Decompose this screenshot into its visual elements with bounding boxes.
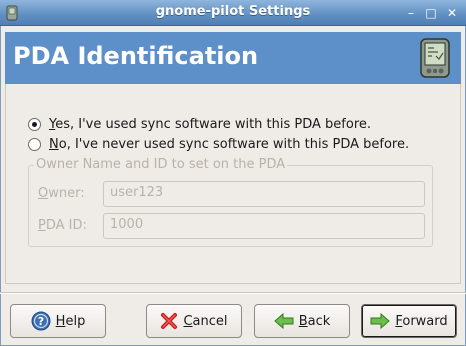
button-separator — [0, 292, 466, 294]
option-used-before-label[interactable]: Yes, I've used sync software with this P… — [49, 117, 371, 132]
owner-group-legend: Owner Name and ID to set on the PDA — [34, 157, 288, 172]
owner-input[interactable]: user123 — [103, 181, 425, 207]
close-icon[interactable]: ✕ — [445, 6, 459, 20]
pda-id-input[interactable]: 1000 — [103, 213, 425, 239]
help-label: Help — [55, 313, 86, 329]
forward-arrow-icon — [370, 312, 391, 330]
page-header: PDA Identification — [5, 32, 461, 84]
window-title: gnome-pilot Settings — [155, 4, 311, 19]
forward-button[interactable]: Forward — [361, 304, 457, 338]
page-title: PDA Identification — [13, 42, 259, 70]
cancel-button[interactable]: Cancel — [146, 304, 242, 338]
help-button[interactable]: ? Help — [10, 304, 106, 338]
option-never-used[interactable]: No, I've never used sync software with t… — [28, 135, 409, 153]
radio-never-used[interactable] — [28, 137, 41, 151]
pda-device-icon — [420, 38, 450, 78]
back-arrow-icon — [273, 312, 294, 330]
back-button[interactable]: Back — [254, 304, 350, 338]
option-used-before[interactable]: Yes, I've used sync software with this P… — [28, 115, 371, 133]
owner-label: Owner: — [38, 186, 85, 201]
minimize-icon[interactable]: – — [404, 6, 418, 20]
help-icon: ? — [31, 311, 51, 331]
pda-id-label: PDA ID: — [38, 218, 87, 233]
cancel-icon — [161, 313, 178, 329]
radio-used-before[interactable] — [28, 117, 41, 131]
maximize-icon[interactable]: □ — [424, 6, 438, 20]
cancel-label: Cancel — [183, 313, 228, 329]
option-never-used-label[interactable]: No, I've never used sync software with t… — [49, 137, 409, 152]
window-titlebar[interactable]: gnome-pilot Settings – □ ✕ — [0, 0, 466, 26]
svg-text:?: ? — [37, 315, 43, 328]
forward-label: Forward — [395, 313, 448, 329]
back-label: Back — [298, 313, 331, 329]
